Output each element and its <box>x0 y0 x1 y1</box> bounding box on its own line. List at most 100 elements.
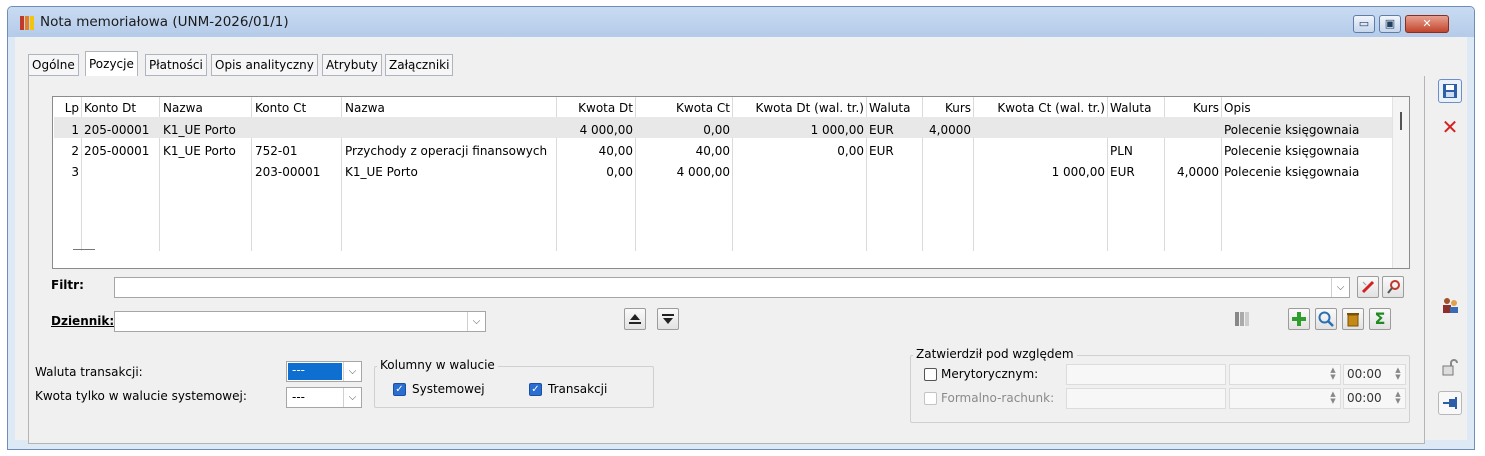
table-cell[interactable]: 40,00 <box>558 144 633 158</box>
tab-atrybuty[interactable]: Atrybuty <box>322 54 382 76</box>
header-konto-ct[interactable]: Konto Ct <box>255 101 339 115</box>
formalny-time[interactable]: 00:00 ▲ ▼ <box>1343 388 1406 409</box>
advanced-filter-button[interactable] <box>1382 276 1404 298</box>
table-cell[interactable]: 203-00001 <box>255 165 339 179</box>
transakcji-checkbox[interactable]: ✓ <box>529 383 542 396</box>
formalny-time-value: 00:00 <box>1347 391 1382 405</box>
magnifier-icon <box>1318 311 1334 327</box>
spinner-icon[interactable]: ▲ ▼ <box>1393 367 1403 381</box>
spinner-icon[interactable]: ▲ ▼ <box>1393 391 1403 405</box>
table-cell[interactable]: 4,0000 <box>924 123 971 137</box>
chevron-down-icon[interactable]: ⌵ <box>343 362 361 381</box>
save-button[interactable] <box>1438 79 1462 103</box>
tab-platnosci[interactable]: Płatności <box>145 54 207 76</box>
plus-icon <box>1292 312 1306 326</box>
table-cell[interactable]: 4 000,00 <box>637 165 730 179</box>
add-button[interactable] <box>1288 308 1310 330</box>
table-cell[interactable]: EUR <box>869 144 921 158</box>
pin-button[interactable] <box>1438 391 1462 415</box>
merytoryczny-checkbox[interactable] <box>924 368 937 381</box>
table-cell[interactable]: Przychody z operacji finansowych <box>345 144 554 158</box>
table-cell[interactable]: Polecenie księgownaia <box>1224 165 1389 179</box>
header-lp[interactable]: Lp <box>56 101 79 115</box>
header-opis[interactable]: Opis <box>1224 101 1389 115</box>
scrollbar-thumb[interactable] <box>1400 112 1402 130</box>
minimize-button[interactable]: ▭ <box>1353 15 1375 33</box>
header-kurs-ct[interactable]: Kurs <box>1166 101 1219 115</box>
table-cell[interactable]: K1_UE Porto <box>345 165 554 179</box>
table-cell[interactable]: PLN <box>1110 144 1163 158</box>
table-cell[interactable]: 1 000,00 <box>975 165 1105 179</box>
chevron-down-icon[interactable]: ⌵ <box>1331 278 1349 297</box>
header-kwota-ct-wal[interactable]: Kwota Ct (wal. tr.) <box>975 101 1105 115</box>
table-cell[interactable]: 3 <box>56 165 79 179</box>
header-kwota-ct[interactable]: Kwota Ct <box>637 101 730 115</box>
journal-label: Dziennik: <box>51 314 115 328</box>
header-nazwa-dt[interactable]: Nazwa <box>163 101 249 115</box>
table-cell[interactable]: K1_UE Porto <box>163 123 249 137</box>
filter-input[interactable]: ⌵ <box>114 277 1350 298</box>
table-cell[interactable]: 205-00001 <box>84 144 158 158</box>
clear-filter-button[interactable] <box>1357 276 1379 298</box>
header-waluta-ct[interactable]: Waluta <box>1110 101 1163 115</box>
close-window-button[interactable]: ✕ <box>1405 15 1449 33</box>
tab-opis-analityczny[interactable]: Opis analityczny <box>211 54 318 76</box>
transaction-currency-select[interactable]: --- ⌵ <box>286 361 362 382</box>
sum-button[interactable]: Σ <box>1369 308 1391 330</box>
journal-select[interactable]: ⌵ <box>114 311 486 332</box>
spinner-icon[interactable]: ▲ ▼ <box>1328 367 1338 381</box>
maximize-button[interactable]: ▣ <box>1379 15 1401 33</box>
table-cell[interactable]: 4 000,00 <box>558 123 633 137</box>
chevron-down-icon[interactable]: ⌵ <box>467 312 485 331</box>
table-cell[interactable]: Polecenie księgownaia <box>1224 123 1389 137</box>
table-cell[interactable]: 1 000,00 <box>734 123 864 137</box>
header-kwota-dt[interactable]: Kwota Dt <box>558 101 633 115</box>
users-button[interactable] <box>1438 295 1462 319</box>
table-cell[interactable]: EUR <box>1110 165 1163 179</box>
merytoryczny-time[interactable]: 00:00 ▲ ▼ <box>1343 364 1406 385</box>
table-cell[interactable]: 0,00 <box>637 123 730 137</box>
delete-button[interactable] <box>1342 308 1364 330</box>
merytoryczny-date[interactable]: ▲ ▼ <box>1229 364 1341 385</box>
systemowej-checkbox[interactable]: ✓ <box>393 383 406 396</box>
pin-icon <box>1443 397 1457 409</box>
header-kurs-dt[interactable]: Kurs <box>924 101 971 115</box>
table-cell[interactable]: 205-00001 <box>84 123 158 137</box>
tab-ogolne[interactable]: Ogólne <box>28 54 79 76</box>
table-scrollbar[interactable] <box>1392 97 1409 268</box>
table-cell[interactable]: 4,0000 <box>1166 165 1219 179</box>
table-cell[interactable]: Polecenie księgownaia <box>1224 144 1389 158</box>
spinner-icon[interactable]: ▲ ▼ <box>1328 391 1338 405</box>
cancel-button[interactable]: ✕ <box>1438 116 1462 140</box>
lock-button[interactable] <box>1438 358 1462 382</box>
transaction-currency-label: Waluta transakcji: <box>35 365 143 379</box>
columns-button[interactable] <box>1231 310 1253 332</box>
move-up-button[interactable] <box>624 308 646 330</box>
preview-button[interactable] <box>1315 308 1337 330</box>
table-cell[interactable]: 0,00 <box>558 165 633 179</box>
table-cell[interactable]: EUR <box>869 123 921 137</box>
system-only-select[interactable]: --- ⌵ <box>286 387 362 408</box>
formalny-person-field[interactable] <box>1066 388 1226 409</box>
chevron-down-icon[interactable]: ⌵ <box>343 388 361 407</box>
table-cell[interactable]: 40,00 <box>637 144 730 158</box>
table-footer-separator <box>73 249 95 250</box>
header-waluta-dt[interactable]: Waluta <box>869 101 921 115</box>
merytoryczny-person-field[interactable] <box>1066 364 1226 385</box>
columns-group-title: Kolumny w walucie <box>377 358 498 372</box>
table-cell[interactable]: 1 <box>56 123 79 137</box>
formalny-checkbox[interactable] <box>924 392 937 405</box>
table-cell[interactable]: K1_UE Porto <box>163 144 249 158</box>
header-kwota-dt-wal[interactable]: Kwota Dt (wal. tr.) <box>734 101 864 115</box>
tab-zalaczniki[interactable]: Załączniki <box>385 54 454 76</box>
move-down-button[interactable] <box>657 308 679 330</box>
title-bar[interactable]: Nota memoriałowa (UNM-2026/01/1) ▭ ▣ ✕ <box>8 7 1474 37</box>
header-nazwa-ct[interactable]: Nazwa <box>345 101 554 115</box>
table-cell[interactable]: 0,00 <box>734 144 864 158</box>
formalny-date[interactable]: ▲ ▼ <box>1229 388 1341 409</box>
positions-table[interactable]: Lp Konto Dt Nazwa Konto Ct Nazwa Kwota D… <box>52 96 1410 269</box>
header-konto-dt[interactable]: Konto Dt <box>84 101 158 115</box>
table-cell[interactable]: 2 <box>56 144 79 158</box>
table-cell[interactable]: 752-01 <box>255 144 339 158</box>
tab-pozycje[interactable]: Pozycje <box>85 51 138 77</box>
